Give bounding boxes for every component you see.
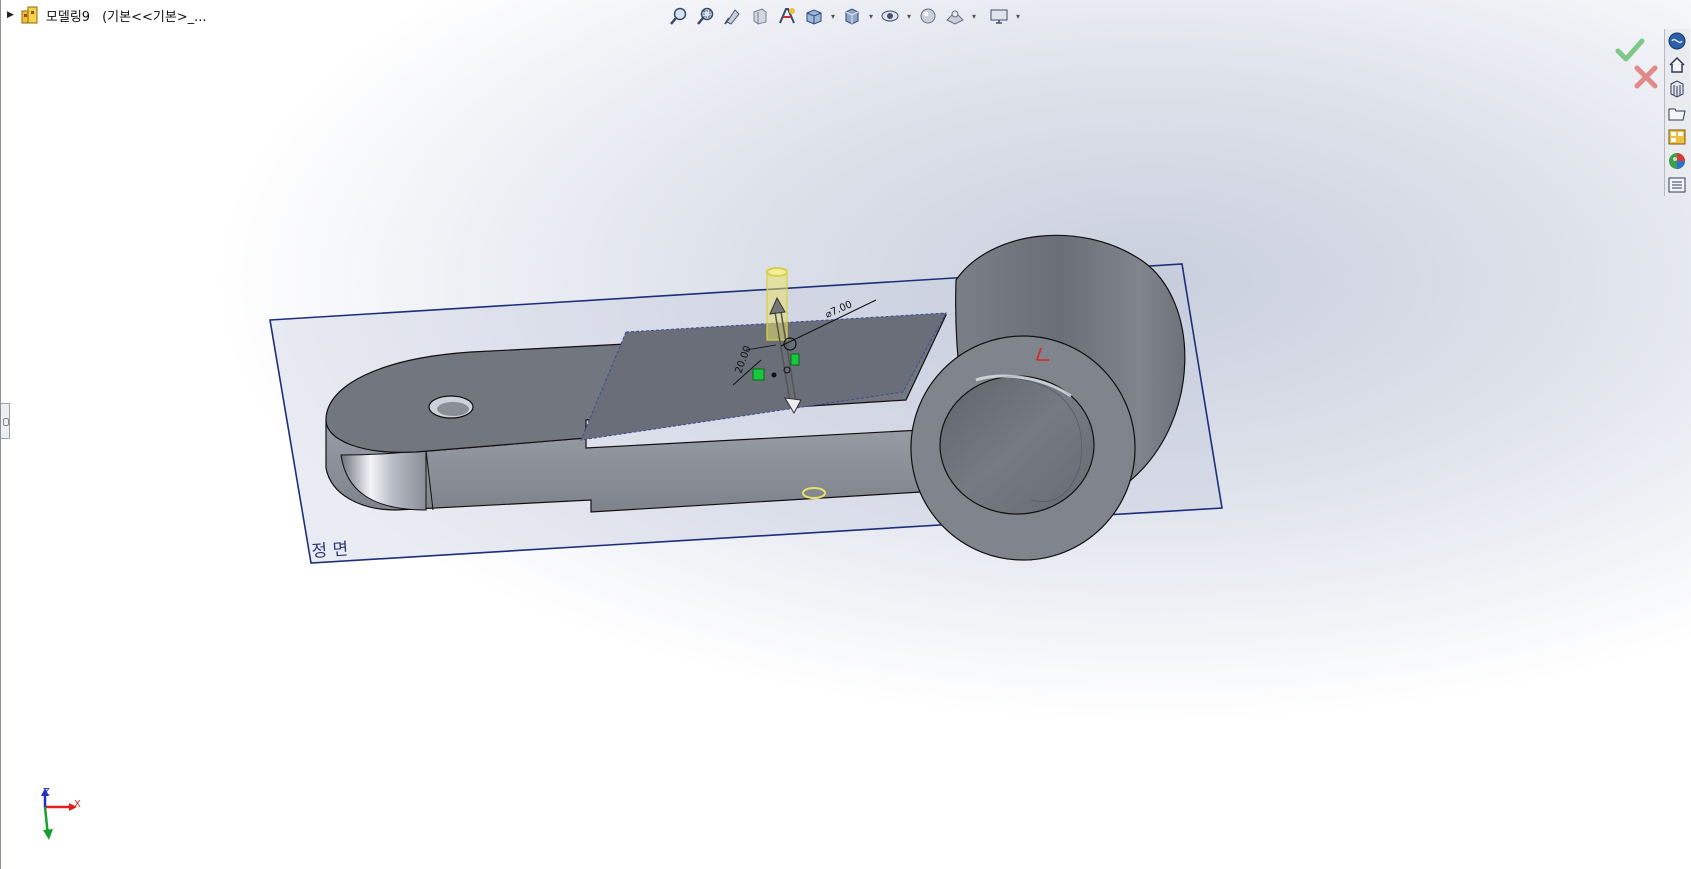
reference-triad: X Z — [41, 787, 81, 840]
front-plane-label: 정 면 — [311, 539, 349, 562]
triad-z-label: Z — [43, 787, 50, 798]
graphics-area[interactable]: ▶ 모델링9 (기본<<기본>_... ▾ ▾ ▾ ▾ ▾ ⌀7.00 20.0… — [0, 0, 1691, 869]
triad-x-label: X — [74, 799, 81, 810]
model-scene: ⌀7.00 20.00 정 면 X Z — [41, 234, 1223, 840]
